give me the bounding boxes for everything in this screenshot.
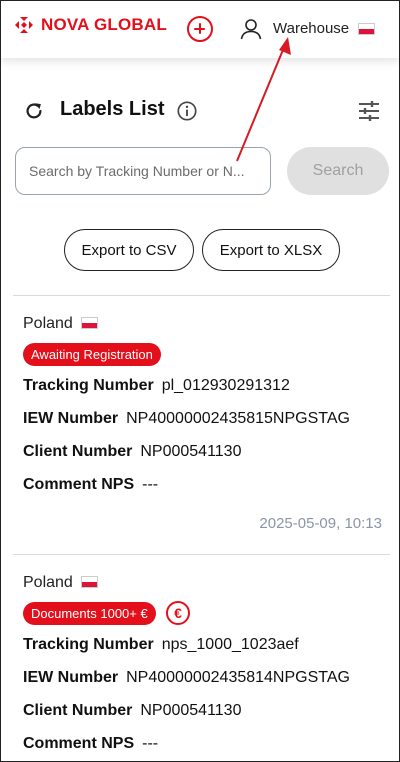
- poland-flag-icon: [80, 316, 98, 329]
- client-number-value: NP000541130: [140, 702, 242, 719]
- field-label: Client Number: [23, 443, 133, 460]
- poland-flag-icon: [80, 575, 98, 588]
- country: Poland: [23, 315, 98, 333]
- comment-nps-row: Comment NPS ---: [23, 735, 158, 753]
- iew-number-row: IEW Number NP40000002435814NPGSTAG: [23, 669, 350, 687]
- search-input[interactable]: [15, 147, 271, 195]
- country: Poland: [23, 574, 98, 592]
- warehouse-selector[interactable]: Warehouse: [273, 20, 349, 37]
- divider: [13, 295, 390, 296]
- field-label: Tracking Number: [23, 377, 154, 394]
- iew-number-value: NP40000002435815NPGSTAG: [126, 410, 350, 427]
- country-name: Poland: [23, 574, 73, 591]
- app-frame: NOVA GLOBAL Warehouse Labels List Search…: [0, 0, 400, 762]
- created-date: 2025-05-09, 10:13: [259, 515, 382, 532]
- client-number-value: NP000541130: [140, 443, 242, 460]
- euro-icon: €: [166, 601, 190, 625]
- status-badge: Awaiting Registration: [23, 343, 161, 366]
- add-button[interactable]: [187, 16, 213, 42]
- info-icon[interactable]: [176, 100, 198, 122]
- divider: [13, 554, 390, 555]
- export-xlsx-button[interactable]: Export to XLSX: [202, 229, 340, 271]
- client-number-row: Client Number NP000541130: [23, 702, 241, 720]
- export-csv-button[interactable]: Export to CSV: [64, 229, 194, 271]
- page-title: Labels List: [60, 98, 165, 120]
- field-label: Client Number: [23, 702, 133, 719]
- status-badge: Documents 1000+ €: [23, 602, 156, 625]
- logo-text: NOVA GLOBAL: [41, 15, 167, 34]
- user-icon[interactable]: [239, 17, 263, 41]
- field-label: Comment NPS: [23, 735, 135, 752]
- title-row: Labels List: [23, 97, 383, 127]
- field-label: Comment NPS: [23, 476, 135, 493]
- country-name: Poland: [23, 315, 73, 332]
- field-label: Tracking Number: [23, 636, 154, 653]
- tracking-number-row: Tracking Number pl_012930291312: [23, 377, 290, 395]
- comment-nps-row: Comment NPS ---: [23, 476, 158, 494]
- field-label: IEW Number: [23, 669, 119, 686]
- filter-settings-icon[interactable]: [357, 100, 381, 122]
- iew-number-row: IEW Number NP40000002435815NPGSTAG: [23, 410, 350, 428]
- search-button[interactable]: Search: [287, 147, 389, 195]
- poland-flag-icon: [358, 23, 375, 35]
- logo[interactable]: NOVA GLOBAL: [13, 14, 167, 36]
- nova-logo-icon: [15, 17, 33, 33]
- tracking-number-row: Tracking Number nps_1000_1023aef: [23, 636, 299, 654]
- field-label: IEW Number: [23, 410, 119, 427]
- label-card[interactable]: Poland Awaiting Registration Tracking Nu…: [23, 315, 393, 541]
- top-header: NOVA GLOBAL Warehouse: [1, 1, 399, 58]
- tracking-number-value: nps_1000_1023aef: [161, 636, 299, 653]
- refresh-icon[interactable]: [23, 100, 45, 122]
- comment-nps-value: ---: [142, 476, 159, 493]
- comment-nps-value: ---: [142, 735, 159, 752]
- label-card[interactable]: Poland Documents 1000+ € € Tracking Numb…: [23, 574, 393, 761]
- client-number-row: Client Number NP000541130: [23, 443, 241, 461]
- iew-number-value: NP40000002435814NPGSTAG: [126, 669, 350, 686]
- tracking-number-value: pl_012930291312: [161, 377, 290, 394]
